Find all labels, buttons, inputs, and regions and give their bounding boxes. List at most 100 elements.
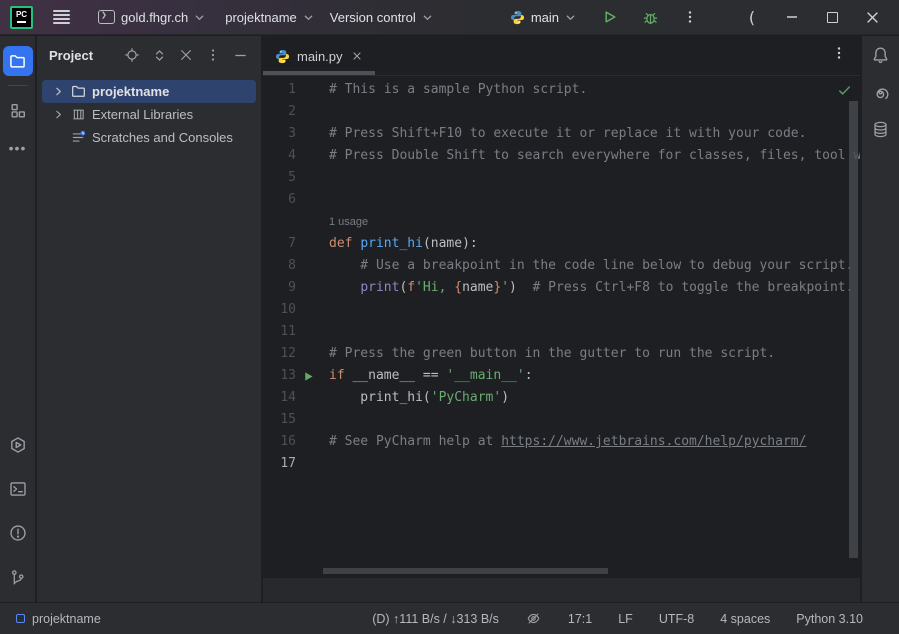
tab-main-py[interactable]: main.py: [263, 36, 372, 76]
collapse-icon: [179, 48, 193, 62]
line-number[interactable]: 7: [263, 233, 296, 255]
structure-tool-button[interactable]: [3, 95, 33, 125]
expand-all-button[interactable]: [150, 46, 168, 64]
code-text[interactable]: print_hi('PyCharm'): [329, 387, 509, 409]
project-widget[interactable]: projektname: [219, 6, 320, 29]
line-number[interactable]: 14: [263, 387, 296, 409]
structure-icon: [9, 102, 26, 119]
code-text[interactable]: # Press the green button in the gutter t…: [329, 343, 775, 365]
maximize-button[interactable]: [815, 4, 849, 30]
line-number[interactable]: 16: [263, 431, 296, 453]
code-line: 14 print_hi('PyCharm'): [263, 387, 860, 409]
window-shade-button[interactable]: (: [735, 4, 769, 30]
code-line: 6: [263, 189, 860, 211]
line-number[interactable]: 8: [263, 255, 296, 277]
tab-close-button[interactable]: [352, 51, 362, 61]
code-text[interactable]: # Press Double Shift to search everywher…: [329, 145, 860, 167]
remote-host-widget[interactable]: gold.fhgr.ch: [92, 6, 211, 29]
tree-item-scratches[interactable]: Scratches and Consoles: [42, 126, 256, 149]
panel-options-button[interactable]: [204, 46, 222, 64]
chevron-right-icon[interactable]: [51, 86, 65, 97]
run-configuration-widget[interactable]: main: [504, 6, 582, 29]
line-number[interactable]: 2: [263, 101, 296, 123]
hide-panel-button[interactable]: [231, 46, 249, 64]
code-text[interactable]: # See PyCharm help at https://www.jetbra…: [329, 431, 806, 453]
gutter: [298, 79, 318, 101]
right-activity-bar: [861, 36, 899, 602]
close-button[interactable]: [855, 4, 889, 30]
line-number[interactable]: 1: [263, 79, 296, 101]
terminal-icon: [9, 480, 27, 498]
code-line: 3 # Press Shift+F10 to execute it or repl…: [263, 123, 860, 145]
line-number[interactable]: 6: [263, 189, 296, 211]
code-area[interactable]: 1 # This is a sample Python script. 23 # Pr…: [263, 76, 860, 577]
line-number[interactable]: 10: [263, 299, 296, 321]
code-line: 2: [263, 101, 860, 123]
status-bar: projektname (D) ↑111 B/s / ↓313 B/s 17:1…: [0, 602, 899, 634]
code-text[interactable]: def print_hi(name):: [329, 233, 478, 255]
tree-item-external-libraries[interactable]: External Libraries: [42, 103, 256, 126]
usage-inlay-hint[interactable]: 1 usage: [263, 211, 860, 233]
chevron-down-icon: [303, 12, 314, 23]
remote-host-label: gold.fhgr.ch: [121, 10, 188, 25]
encoding-widget[interactable]: UTF-8: [657, 609, 696, 629]
debug-button[interactable]: [634, 5, 667, 30]
code-line: 10: [263, 299, 860, 321]
line-number[interactable]: 3: [263, 123, 296, 145]
line-number[interactable]: 4: [263, 145, 296, 167]
folder-icon: [9, 53, 26, 70]
minimize-button[interactable]: [775, 4, 809, 30]
line-number[interactable]: 17: [263, 453, 296, 475]
horizontal-scrollbar[interactable]: [323, 568, 608, 574]
ai-assistant-button[interactable]: [871, 83, 890, 102]
locate-file-button[interactable]: [123, 46, 141, 64]
code-text[interactable]: # Use a breakpoint in the code line belo…: [329, 255, 853, 277]
line-number[interactable]: 13: [263, 365, 296, 387]
notifications-button[interactable]: [871, 46, 890, 65]
inspections-disabled-button[interactable]: [523, 607, 544, 630]
run-button[interactable]: [594, 5, 626, 29]
bug-icon: [642, 9, 659, 26]
database-button[interactable]: [871, 120, 890, 139]
project-panel-header: Project: [37, 36, 261, 74]
title-bar: PC gold.fhgr.ch projektname Version cont…: [0, 0, 899, 35]
code-text[interactable]: if __name__ == '__main__':: [329, 365, 533, 387]
indent-widget[interactable]: 4 spaces: [718, 609, 772, 629]
caret-position-widget[interactable]: 17:1: [566, 609, 594, 629]
chevron-down-icon: [422, 12, 433, 23]
network-speed-widget[interactable]: (D) ↑111 B/s / ↓313 B/s: [370, 609, 501, 629]
editor-options-button[interactable]: [832, 46, 846, 60]
version-control-tool-button[interactable]: [3, 562, 33, 592]
line-number[interactable]: 12: [263, 343, 296, 365]
project-panel: Project: [37, 36, 262, 602]
line-number[interactable]: 9: [263, 277, 296, 299]
gutter-run-button[interactable]: [298, 365, 318, 387]
terminal-tool-button[interactable]: [3, 474, 33, 504]
services-tool-button[interactable]: [3, 430, 33, 460]
collapse-all-button[interactable]: [177, 46, 195, 64]
pycharm-window: PC gold.fhgr.ch projektname Version cont…: [0, 0, 899, 634]
code-text[interactable]: # Press Shift+F10 to execute it or repla…: [329, 123, 806, 145]
tree-item-label: External Libraries: [92, 107, 193, 122]
main-menu-button[interactable]: [45, 4, 78, 30]
interpreter-widget[interactable]: Python 3.10: [794, 609, 865, 629]
project-status-icon: [16, 614, 25, 623]
line-number[interactable]: 11: [263, 321, 296, 343]
line-separator-widget[interactable]: LF: [616, 609, 635, 629]
vertical-scrollbar[interactable]: [849, 101, 858, 558]
chevron-right-icon[interactable]: [51, 109, 65, 120]
status-project-widget[interactable]: projektname: [10, 609, 107, 629]
more-tool-windows-button[interactable]: •••: [3, 133, 33, 163]
problems-tool-button[interactable]: [3, 518, 33, 548]
gutter: [298, 343, 318, 365]
project-tool-button[interactable]: [3, 46, 33, 76]
minus-icon: [233, 48, 248, 63]
line-number[interactable]: 5: [263, 167, 296, 189]
line-number[interactable]: 15: [263, 409, 296, 431]
vcs-widget[interactable]: Version control: [324, 6, 439, 29]
tree-item-projektname[interactable]: projektname: [42, 80, 256, 103]
code-text[interactable]: print(f'Hi, {name}') # Press Ctrl+F8 to …: [329, 277, 853, 299]
code-text[interactable]: # This is a sample Python script.: [329, 79, 587, 101]
more-actions-button[interactable]: [675, 6, 705, 28]
inspection-ok-icon[interactable]: [837, 83, 852, 98]
